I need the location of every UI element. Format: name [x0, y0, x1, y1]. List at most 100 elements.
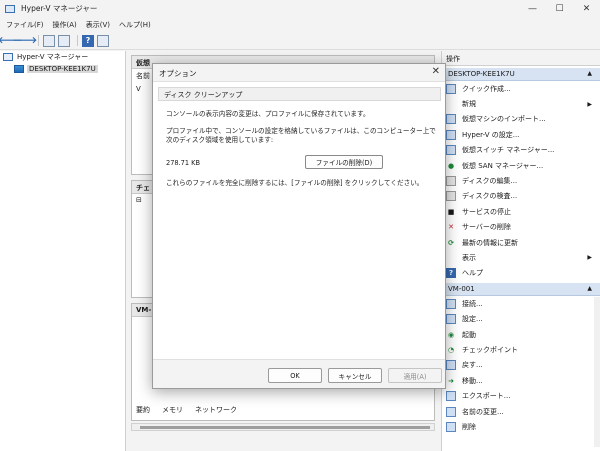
- action-label: 設定...: [462, 315, 483, 324]
- action-label: 仮想マシンのインポート...: [462, 115, 546, 124]
- action-move[interactable]: ➜ 移動...: [442, 373, 600, 388]
- action-label: 新規: [462, 100, 476, 109]
- maximize-button[interactable]: ☐: [546, 0, 573, 17]
- new-icon: [446, 99, 456, 109]
- dialog-footer: OK キャンセル 適用(A): [153, 364, 445, 388]
- actions-group-vm[interactable]: VM-001 ▲: [442, 283, 600, 297]
- action-label: サーバーの削除: [462, 223, 511, 232]
- action-label: サービスの停止: [462, 207, 511, 216]
- tree-server-label: DESKTOP-KEE1K7U: [27, 65, 98, 73]
- actions-title: 操作: [442, 51, 600, 66]
- action-view[interactable]: 表示 ▶: [442, 250, 600, 265]
- toolbar: 🡐 🡒 ?: [0, 32, 600, 50]
- action-help[interactable]: ? ヘルプ: [442, 266, 600, 281]
- checkpoint-icon: ◔: [447, 345, 455, 354]
- apply-button[interactable]: 適用(A): [388, 368, 442, 383]
- action-label: Hyper-V の設定...: [462, 130, 520, 139]
- actions-scrollbar[interactable]: [594, 297, 600, 447]
- tab-network[interactable]: ネットワーク: [195, 405, 237, 415]
- action-label: 削除: [462, 422, 476, 431]
- action-checkpoint[interactable]: ◔ チェックポイント: [442, 342, 600, 357]
- cancel-button[interactable]: キャンセル: [328, 368, 382, 383]
- action-rename[interactable]: 名前の変更...: [442, 404, 600, 419]
- ok-button[interactable]: OK: [268, 368, 322, 383]
- quick-create-icon: [446, 83, 456, 94]
- action-virtual-switch-manager[interactable]: 仮想スイッチ マネージャー...: [442, 143, 600, 158]
- submenu-arrow-icon: ▶: [587, 254, 592, 262]
- toolbar-divider: [38, 35, 39, 46]
- action-inspect-disk[interactable]: ディスクの検査...: [442, 189, 600, 204]
- action-label: クイック作成...: [462, 84, 511, 93]
- disk-usage-size: 278.71 KB: [166, 159, 201, 167]
- menu-action[interactable]: 操作(A): [53, 20, 77, 30]
- dialog-title-bar: オプション ✕: [153, 64, 445, 81]
- action-hyperv-settings[interactable]: Hyper-V の設定...: [442, 127, 600, 142]
- delete-files-button[interactable]: ファイルの削除(D): [305, 155, 383, 169]
- tab-memory[interactable]: メモリ: [162, 405, 183, 415]
- action-label: ディスクの編集...: [462, 177, 518, 186]
- server-icon: [14, 65, 24, 73]
- minimize-button[interactable]: —: [519, 0, 546, 17]
- action-label: 接続...: [462, 299, 483, 308]
- up-folder-icon[interactable]: [43, 34, 55, 47]
- dialog-text-profile: コンソールの表示内容の変更は、プロファイルに保存されています。: [166, 110, 370, 118]
- dialog-text-instructions: これらのファイルを完全に削除するには、[ファイルの削除] をクリックしてください…: [166, 179, 424, 187]
- collapse-caret-icon[interactable]: ▲: [587, 285, 592, 292]
- show-console-tree-icon[interactable]: [58, 34, 70, 47]
- action-label: 起動: [462, 330, 476, 339]
- import-vm-icon: [446, 114, 456, 125]
- show-action-pane-icon[interactable]: [97, 34, 109, 47]
- actions-pane: 操作 DESKTOP-KEE1K7U ▲ クイック作成... 新規 ▶ 仮想マシン…: [441, 51, 600, 451]
- action-revert[interactable]: 戻す...: [442, 358, 600, 373]
- action-settings[interactable]: 設定...: [442, 311, 600, 326]
- tab-summary[interactable]: 要約: [136, 405, 150, 415]
- scrollbar-thumb[interactable]: [140, 426, 430, 429]
- close-window-button[interactable]: ✕: [573, 0, 600, 17]
- horizontal-scrollbar[interactable]: [131, 423, 435, 431]
- menu-help[interactable]: ヘルプ(H): [119, 20, 151, 30]
- stop-service-icon: ■: [447, 207, 455, 216]
- action-stop-service[interactable]: ■ サービスの停止: [442, 204, 600, 219]
- menu-file[interactable]: ファイル(F): [6, 20, 44, 30]
- action-refresh[interactable]: ⟳ 最新の情報に更新: [442, 235, 600, 250]
- tab-disk-cleanup[interactable]: ディスク クリーンアップ: [158, 87, 441, 101]
- rename-icon: [446, 406, 456, 417]
- action-label: チェックポイント: [462, 345, 518, 354]
- action-connect[interactable]: 接続...: [442, 296, 600, 311]
- menu-view[interactable]: 表示(V): [86, 20, 110, 30]
- virtual-san-icon: ●: [447, 161, 455, 170]
- help-icon[interactable]: ?: [82, 34, 94, 47]
- help-icon: ?: [446, 268, 456, 279]
- action-label: エクスポート...: [462, 392, 511, 401]
- actions-group-server-label: DESKTOP-KEE1K7U: [448, 70, 515, 78]
- tree-root-label: Hyper-V マネージャー: [17, 53, 89, 61]
- collapse-caret-icon[interactable]: ▲: [587, 70, 592, 77]
- tree-root[interactable]: Hyper-V マネージャー: [0, 51, 125, 63]
- title-bar: Hyper-V マネージャー — ☐ ✕: [0, 0, 600, 17]
- edit-disk-icon: [446, 176, 456, 187]
- action-remove-server[interactable]: ✕ サーバーの削除: [442, 220, 600, 235]
- dialog-text-disk-usage: プロファイル中で、コンソールの設定を格納しているファイルは、このコンピューター上…: [166, 127, 436, 144]
- forward-arrow-icon[interactable]: 🡒: [13, 35, 37, 47]
- action-start[interactable]: ◉ 起動: [442, 327, 600, 342]
- virtual-switch-icon: [446, 145, 456, 156]
- action-quick-create[interactable]: クイック作成...: [442, 81, 600, 96]
- action-import-vm[interactable]: 仮想マシンのインポート...: [442, 112, 600, 127]
- dialog-close-icon[interactable]: ✕: [432, 66, 440, 77]
- action-new[interactable]: 新規 ▶: [442, 96, 600, 111]
- actions-group-server[interactable]: DESKTOP-KEE1K7U ▲: [442, 68, 600, 81]
- action-edit-disk[interactable]: ディスクの編集...: [442, 173, 600, 188]
- action-export[interactable]: エクスポート...: [442, 388, 600, 403]
- action-delete[interactable]: 削除: [442, 419, 600, 434]
- dialog-body: ディスク クリーンアップ コンソールの表示内容の変更は、プロファイルに保存されて…: [153, 81, 445, 360]
- actions-group-vm-label: VM-001: [448, 285, 475, 294]
- hyperv-app-icon: [5, 4, 15, 13]
- action-label: 仮想 SAN マネージャー...: [462, 161, 544, 170]
- submenu-arrow-icon: ▶: [587, 100, 592, 108]
- action-virtual-san-manager[interactable]: ● 仮想 SAN マネージャー...: [442, 158, 600, 173]
- console-tree: Hyper-V マネージャー DESKTOP-KEE1K7U: [0, 51, 126, 451]
- revert-icon: [446, 360, 456, 371]
- tree-server[interactable]: DESKTOP-KEE1K7U: [0, 63, 125, 75]
- hyperv-manager-icon: [3, 53, 13, 61]
- details-tabs: 要約 メモリ ネットワーク: [136, 405, 249, 415]
